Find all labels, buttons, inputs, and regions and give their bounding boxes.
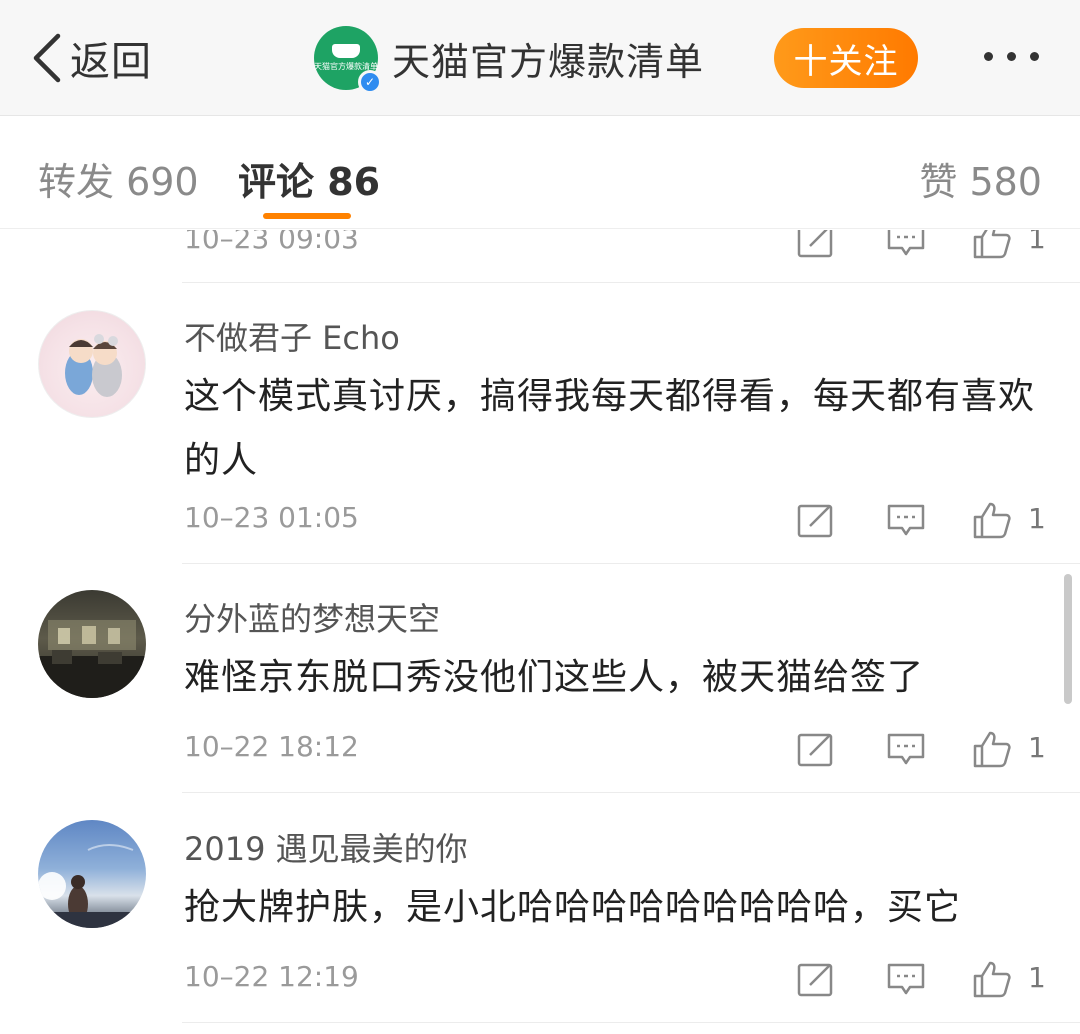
comment-time: 10–23 09:03: [184, 230, 359, 255]
more-dots-icon[interactable]: [984, 52, 1039, 61]
verified-badge-icon: ✓: [358, 70, 382, 94]
chevron-left-icon: [33, 33, 61, 83]
comment-icon[interactable]: [886, 230, 926, 260]
comment-list[interactable]: 10–23 09:03 1 不做君子 Echo 这个模式真讨厌，搞得我每天都得看…: [0, 230, 1080, 1034]
like-count: 1: [1028, 961, 1046, 994]
top-nav-bar: 返回 天猫官方爆款清单 ✓ 天猫官方爆款清单 十关注: [0, 0, 1080, 116]
comment-actions: 1: [796, 500, 1046, 540]
divider: [182, 563, 1080, 564]
back-label: 返回: [70, 39, 152, 85]
active-tab-indicator: [263, 213, 351, 219]
comment-actions: 1: [796, 230, 1046, 260]
comment-time: 10–22 12:19: [184, 960, 359, 993]
comment-time: 10–23 01:05: [184, 501, 359, 534]
account-name[interactable]: 天猫官方爆款清单: [392, 31, 704, 86]
comment-author[interactable]: 2019 遇见最美的你: [184, 824, 468, 870]
like-count: 1: [1028, 731, 1046, 764]
share-icon[interactable]: [796, 230, 836, 260]
dot: [1007, 52, 1016, 61]
share-icon[interactable]: [796, 959, 836, 999]
divider: [182, 1022, 1080, 1023]
comment-icon[interactable]: [886, 729, 926, 769]
avatar[interactable]: [38, 590, 146, 698]
share-icon[interactable]: [796, 500, 836, 540]
thumbs-up-icon[interactable]: [972, 230, 1012, 260]
dot: [1030, 52, 1039, 61]
tab-like[interactable]: 赞 580: [919, 151, 1042, 206]
avatar-photo: [38, 844, 146, 928]
comment-icon[interactable]: [886, 959, 926, 999]
comment-text: 抢大牌护肤，是小北哈哈哈哈哈哈哈哈哈，买它: [184, 887, 962, 928]
comment-author[interactable]: 不做君子 Echo: [184, 313, 400, 359]
dot: [984, 52, 993, 61]
tab-bar: 转发 690 评论 86 赞 580: [0, 117, 1080, 229]
thumbs-up-icon[interactable]: [972, 500, 1012, 540]
comment-author[interactable]: 分外蓝的梦想天空: [184, 594, 440, 640]
back-button[interactable]: 返回: [30, 30, 152, 86]
divider: [182, 792, 1080, 793]
thumbs-up-icon[interactable]: [972, 729, 1012, 769]
avatar[interactable]: [38, 820, 146, 928]
comment-time: 10–22 18:12: [184, 730, 359, 763]
like-count: 1: [1028, 230, 1046, 255]
thumbs-up-icon[interactable]: [972, 959, 1012, 999]
avatar-photo: [38, 620, 146, 698]
comment-icon[interactable]: [886, 500, 926, 540]
share-icon[interactable]: [796, 729, 836, 769]
like-count: 1: [1028, 502, 1046, 535]
avatar[interactable]: [38, 310, 146, 418]
comment-text: 难怪京东脱口秀没他们这些人，被天猫给签了: [184, 657, 925, 698]
account-header[interactable]: 天猫官方爆款清单 ✓ 天猫官方爆款清单: [314, 26, 704, 94]
account-avatar[interactable]: 天猫官方爆款清单 ✓: [314, 26, 382, 94]
comment-actions: 1: [796, 959, 1046, 999]
tmall-logo-mark: [332, 44, 360, 58]
tab-repost[interactable]: 转发 690: [38, 151, 199, 206]
comment-actions: 1: [796, 729, 1046, 769]
follow-button[interactable]: 十关注: [774, 28, 918, 88]
divider: [182, 282, 1080, 283]
scrollbar[interactable]: [1064, 574, 1072, 704]
avatar-illustration: [65, 334, 122, 397]
comment-text: 这个模式真讨厌，搞得我每天都得看，每天都有喜欢的人: [184, 376, 1036, 481]
